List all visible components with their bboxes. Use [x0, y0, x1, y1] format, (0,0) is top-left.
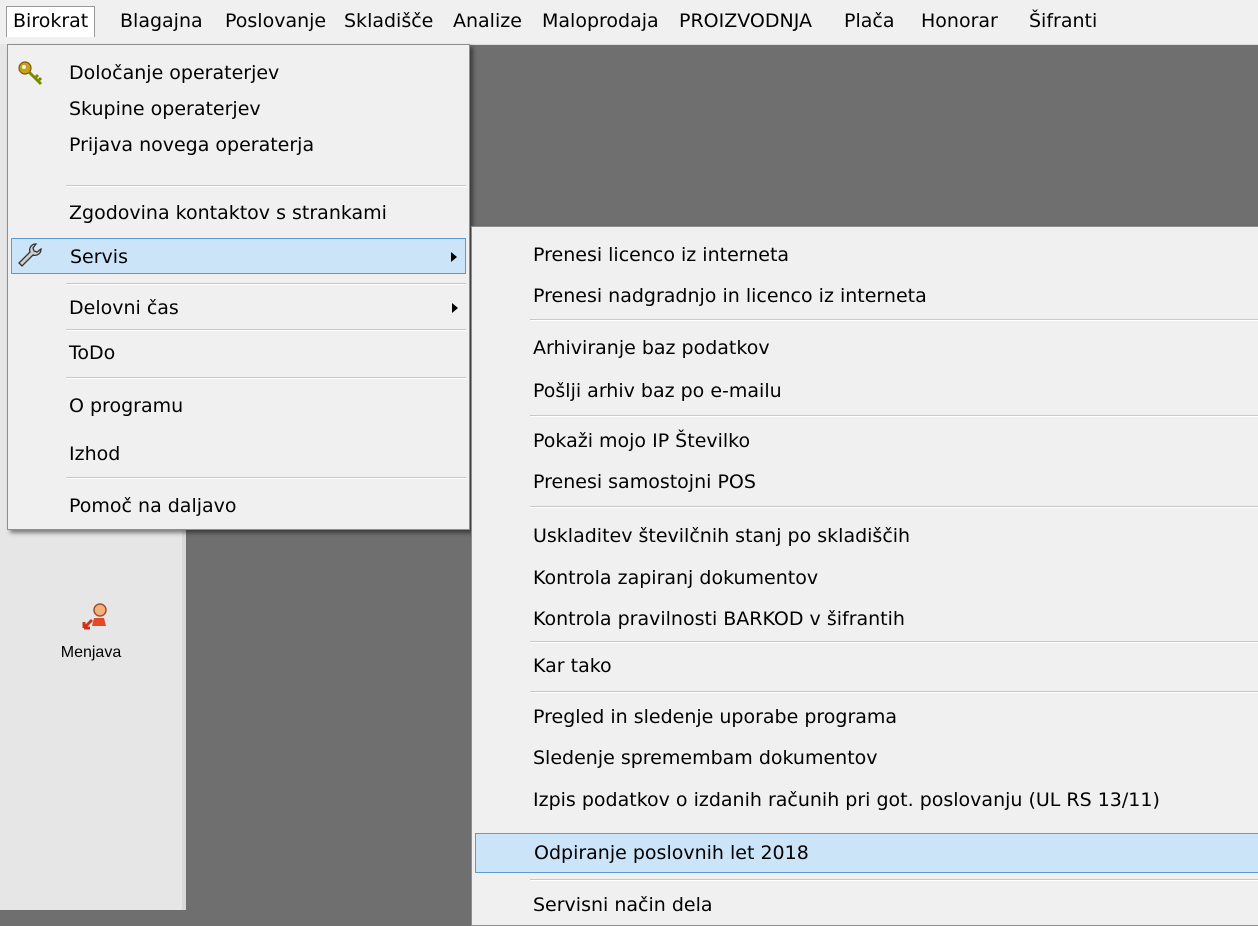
menjava-button-label[interactable]: Menjava — [0, 644, 182, 662]
menu-item-pregled-uporabe[interactable]: Pregled in sledenje uporabe programa — [475, 699, 1258, 735]
separator — [530, 879, 1258, 881]
menu-item-servisni-nacin[interactable]: Servisni način dela — [475, 887, 1258, 923]
menu-proizvodnja[interactable]: PROIZVODNJA — [673, 6, 818, 37]
menu-item-dolocanje-operaterjev[interactable]: Določanje operaterjev — [11, 55, 466, 91]
menu-item-izhod[interactable]: Izhod — [11, 436, 466, 472]
menu-placa[interactable]: Plača — [838, 6, 900, 37]
menu-item-kontrola-zapiranj[interactable]: Kontrola zapiranj dokumentov — [475, 560, 1258, 596]
menu-item-servis[interactable]: Servis — [11, 238, 466, 274]
menu-item-arhiviranje-baz[interactable]: Arhiviranje baz podatkov — [475, 330, 1258, 366]
menu-birokrat[interactable]: Birokrat — [6, 6, 96, 37]
menu-sifranti[interactable]: Šifranti — [1023, 6, 1103, 37]
menu-item-izpis-podatkov[interactable]: Izpis podatkov o izdanih računih pri got… — [475, 782, 1258, 818]
submenu-arrow-icon — [452, 303, 458, 313]
menu-item-prenesi-nadgradnjo[interactable]: Prenesi nadgradnjo in licenco iz interne… — [475, 278, 1258, 314]
menu-analize[interactable]: Analize — [447, 6, 528, 37]
menu-item-poslji-arhiv[interactable]: Pošlji arhiv baz po e-mailu — [475, 373, 1258, 409]
menu-item-prenesi-pos[interactable]: Prenesi samostojni POS — [475, 464, 1258, 500]
menu-item-skupine-operaterjev[interactable]: Skupine operaterjev — [11, 91, 466, 127]
birokrat-menu: Določanje operaterjev Skupine operaterje… — [7, 44, 470, 530]
wrench-icon — [18, 243, 42, 267]
menu-skladisce[interactable]: Skladišče — [338, 6, 439, 37]
servis-submenu: Prenesi licenco iz interneta Prenesi nad… — [471, 226, 1258, 926]
menu-item-prenesi-licenco[interactable]: Prenesi licenco iz interneta — [475, 237, 1258, 273]
separator — [66, 477, 466, 479]
submenu-arrow-icon — [451, 252, 457, 262]
menu-item-kontrola-barkod[interactable]: Kontrola pravilnosti BARKOD v šifrantih — [475, 601, 1258, 637]
menu-item-kar-tako[interactable]: Kar tako — [475, 648, 1258, 684]
menu-maloprodaja[interactable]: Maloprodaja — [536, 6, 665, 37]
menu-item-prijava-novega-operaterja[interactable]: Prijava novega operaterja — [11, 127, 466, 163]
menu-blagajna[interactable]: Blagajna — [114, 6, 209, 37]
separator — [530, 691, 1258, 693]
menu-item-uskladitev-stanj[interactable]: Uskladitev številčnih stanj po skladišči… — [475, 518, 1258, 554]
separator — [66, 185, 466, 187]
separator — [66, 329, 466, 331]
menu-item-zgodovina-kontaktov[interactable]: Zgodovina kontaktov s strankami — [11, 195, 466, 231]
separator — [530, 641, 1258, 643]
menu-item-odpiranje-poslovnih-let[interactable]: Odpiranje poslovnih let 2018 — [475, 833, 1258, 873]
menu-item-sledenje-spremembam[interactable]: Sledenje spremembam dokumentov — [475, 740, 1258, 776]
menu-item-o-programu[interactable]: O programu — [11, 388, 466, 424]
separator — [530, 506, 1258, 508]
separator — [66, 283, 466, 285]
menu-item-pokazi-ip[interactable]: Pokaži mojo IP Številko — [475, 423, 1258, 459]
menu-item-delovni-cas[interactable]: Delovni čas — [11, 290, 466, 326]
separator — [530, 319, 1258, 321]
menu-bar: Birokrat Blagajna Poslovanje Skladišče A… — [0, 0, 1258, 45]
menu-honorar[interactable]: Honorar — [915, 6, 1004, 37]
menu-item-pomoc-na-daljavo[interactable]: Pomoč na daljavo — [11, 488, 466, 524]
separator — [530, 415, 1258, 417]
user-swap-icon[interactable] — [80, 600, 112, 632]
separator — [66, 377, 466, 379]
key-icon — [18, 61, 43, 86]
menu-item-todo[interactable]: ToDo — [11, 335, 466, 371]
menu-poslovanje[interactable]: Poslovanje — [219, 6, 332, 37]
